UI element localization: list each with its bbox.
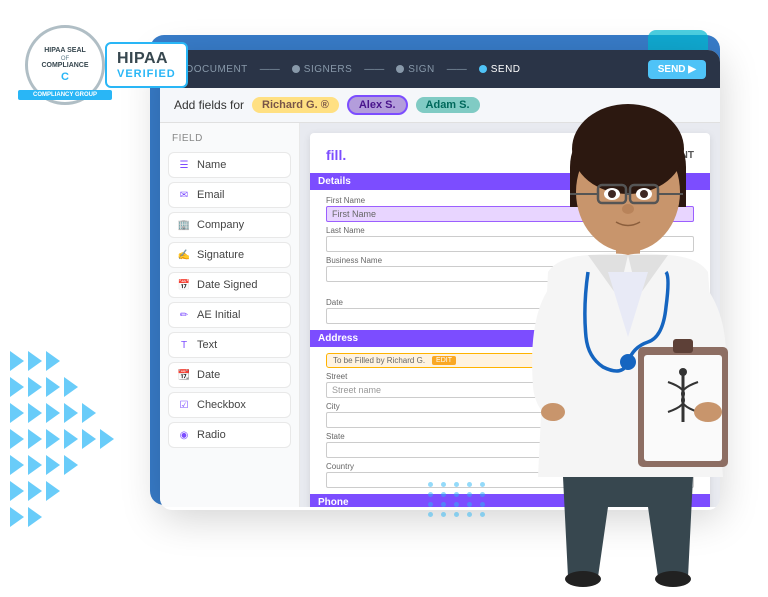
doctor-image bbox=[488, 77, 768, 597]
field-checkbox[interactable]: ☑ Checkbox bbox=[168, 392, 291, 418]
field-text[interactable]: T Text bbox=[168, 332, 291, 358]
signer-adam-pill[interactable]: Adam S. bbox=[416, 97, 480, 113]
filled-by-richard-tag: EDIT bbox=[432, 356, 456, 365]
seal-logo: C bbox=[61, 71, 69, 83]
dots-decoration bbox=[428, 482, 488, 517]
seal-text-top: HIPAA SEAL bbox=[44, 47, 86, 55]
signer-richard-pill[interactable]: Richard G. ® bbox=[252, 97, 339, 113]
hipaa-verified-title: HIPAA bbox=[117, 50, 176, 68]
filled-by-richard-text: To be Filled by Richard G. bbox=[333, 356, 425, 365]
step-label-signers: SIGNERS bbox=[304, 64, 353, 75]
checkbox-icon: ☑ bbox=[177, 398, 191, 412]
field-company[interactable]: 🏢 Company bbox=[168, 212, 291, 238]
step-label-send: SEND bbox=[491, 64, 521, 75]
field-ae-initial-label: AE Initial bbox=[197, 309, 240, 321]
field-email-label: Email bbox=[197, 189, 225, 201]
field-ae-initial[interactable]: ✏ AE Initial bbox=[168, 302, 291, 328]
radio-icon: ◉ bbox=[177, 428, 191, 442]
send-button[interactable]: SEND ▶ bbox=[648, 60, 706, 79]
field-date-signed-label: Date Signed bbox=[197, 279, 258, 291]
field-date-signed[interactable]: 📅 Date Signed bbox=[168, 272, 291, 298]
nav-step-signers[interactable]: SIGNERS bbox=[292, 64, 353, 75]
step-dot-signers bbox=[292, 65, 300, 73]
field-radio-label: Radio bbox=[197, 429, 226, 441]
field-date-label: Date bbox=[197, 369, 220, 381]
date-icon: 📆 bbox=[177, 368, 191, 382]
nav-step-sign[interactable]: SIGN bbox=[396, 64, 434, 75]
step-label-document: DOCUMENT bbox=[186, 64, 248, 75]
signer-alex-pill[interactable]: Alex S. bbox=[347, 95, 408, 115]
fields-sidebar: Field ☰ Name ✉ Email 🏢 Company ✍ Signatu… bbox=[160, 123, 300, 507]
field-text-label: Text bbox=[197, 339, 217, 351]
signature-icon: ✍ bbox=[177, 248, 191, 262]
company-icon: 🏢 bbox=[177, 218, 191, 232]
field-signature-label: Signature bbox=[197, 249, 244, 261]
step-dot-send bbox=[479, 65, 487, 73]
hipaa-badge: HIPAA SEAL OF COMPLIANCE C COMPLIANCY GR… bbox=[20, 20, 188, 110]
field-radio[interactable]: ◉ Radio bbox=[168, 422, 291, 448]
field-checkbox-label: Checkbox bbox=[197, 399, 246, 411]
field-date[interactable]: 📆 Date bbox=[168, 362, 291, 388]
ae-initial-icon: ✏ bbox=[177, 308, 191, 322]
field-name-label: Name bbox=[197, 159, 226, 171]
step-label-sign: SIGN bbox=[408, 64, 434, 75]
nav-step-send[interactable]: SEND bbox=[479, 64, 521, 75]
field-name[interactable]: ☰ Name bbox=[168, 152, 291, 178]
document-logo: fill. bbox=[326, 147, 346, 163]
decorative-arrows bbox=[0, 341, 124, 537]
sidebar-title: Field bbox=[168, 133, 291, 144]
hipaa-verified-sub: VERIFIED bbox=[117, 68, 176, 80]
hipaa-verified-box: HIPAA VERIFIED bbox=[105, 42, 188, 88]
email-icon: ✉ bbox=[177, 188, 191, 202]
seal-banner: COMPLIANCY GROUP bbox=[18, 90, 112, 100]
name-icon: ☰ bbox=[177, 158, 191, 172]
nav-divider-1: —— bbox=[260, 64, 280, 75]
date-signed-icon: 📅 bbox=[177, 278, 191, 292]
field-company-label: Company bbox=[197, 219, 244, 231]
field-signature[interactable]: ✍ Signature bbox=[168, 242, 291, 268]
nav-divider-2: —— bbox=[364, 64, 384, 75]
nav-divider-3: —— bbox=[447, 64, 467, 75]
step-dot-sign bbox=[396, 65, 404, 73]
field-email[interactable]: ✉ Email bbox=[168, 182, 291, 208]
text-icon: T bbox=[177, 338, 191, 352]
hipaa-seal: HIPAA SEAL OF COMPLIANCE C COMPLIANCY GR… bbox=[20, 20, 110, 110]
seal-compliance: COMPLIANCE bbox=[41, 62, 88, 69]
